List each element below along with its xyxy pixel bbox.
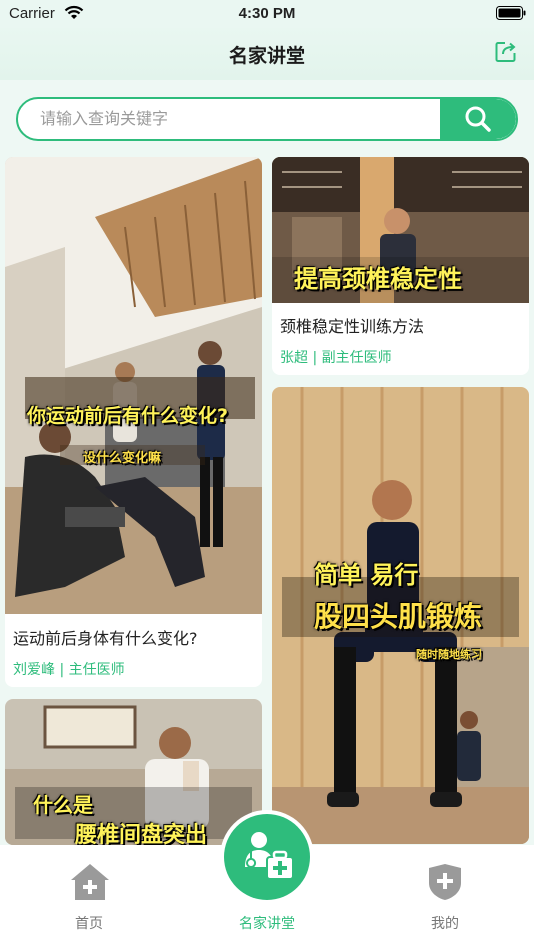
video-card[interactable]: 提高颈椎稳定性 颈椎稳定性训练方法 张超 | 副主任医师 xyxy=(272,157,529,375)
thumbnail-caption: 你运动前后有什么变化? xyxy=(27,405,229,427)
status-bar: Carrier 4:30 PM xyxy=(0,0,534,28)
video-card[interactable]: 简单 易行 股四头肌锻炼 随时随地练习 xyxy=(272,387,529,844)
video-thumbnail: 简单 易行 股四头肌锻炼 随时随地练习 xyxy=(272,387,529,844)
tab-mine[interactable]: 我的 xyxy=(385,845,505,945)
thumbnail-caption: 提高颈椎稳定性 xyxy=(294,265,462,293)
thumbnail-caption: 腰椎间盘突出 xyxy=(75,823,208,845)
page-title: 名家讲堂 xyxy=(228,45,305,67)
thumbnail-caption: 简单 易行 xyxy=(314,561,419,589)
battery-icon xyxy=(496,6,526,20)
status-time: 4:30 PM xyxy=(238,5,296,22)
video-thumbnail: 什么是 腰椎间盘突出 xyxy=(5,699,262,845)
search-input[interactable] xyxy=(40,99,440,139)
thumbnail-subcaption: 设什么变化嘛 xyxy=(83,451,162,466)
card-author: 刘爱峰 | 主任医师 xyxy=(13,662,125,678)
center-tab-button[interactable] xyxy=(220,810,314,904)
share-icon[interactable] xyxy=(494,40,518,64)
video-thumbnail: 你运动前后有什么变化? 设什么变化嘛 xyxy=(5,157,262,614)
tab-label: 首页 xyxy=(75,916,103,932)
shield-icon xyxy=(429,864,461,900)
tab-label: 我的 xyxy=(431,916,459,932)
tab-label: 名家讲堂 xyxy=(239,916,295,932)
home-icon xyxy=(71,864,109,900)
tab-home[interactable]: 首页 xyxy=(29,845,149,945)
search-bar xyxy=(16,97,518,141)
video-card[interactable]: 什么是 腰椎间盘突出 xyxy=(5,699,262,845)
thumbnail-caption: 股四头肌锻炼 xyxy=(314,600,483,633)
video-card[interactable]: 你运动前后有什么变化? 设什么变化嘛 运动前后身体有什么变化? 刘爱峰 | 主任… xyxy=(5,157,262,687)
doctor-kit-icon xyxy=(245,832,294,880)
card-title: 运动前后身体有什么变化? xyxy=(13,629,198,648)
thumbnail-caption: 什么是 xyxy=(33,793,93,817)
thumbnail-subcaption: 随时随地练习 xyxy=(416,648,482,661)
search-icon xyxy=(465,106,491,132)
video-thumbnail: 提高颈椎稳定性 xyxy=(272,157,529,303)
card-author: 张超 | 副主任医师 xyxy=(280,350,392,366)
nav-bar: 名家讲堂 xyxy=(0,28,534,80)
search-button[interactable] xyxy=(440,99,516,139)
card-title: 颈椎稳定性训练方法 xyxy=(280,317,425,336)
